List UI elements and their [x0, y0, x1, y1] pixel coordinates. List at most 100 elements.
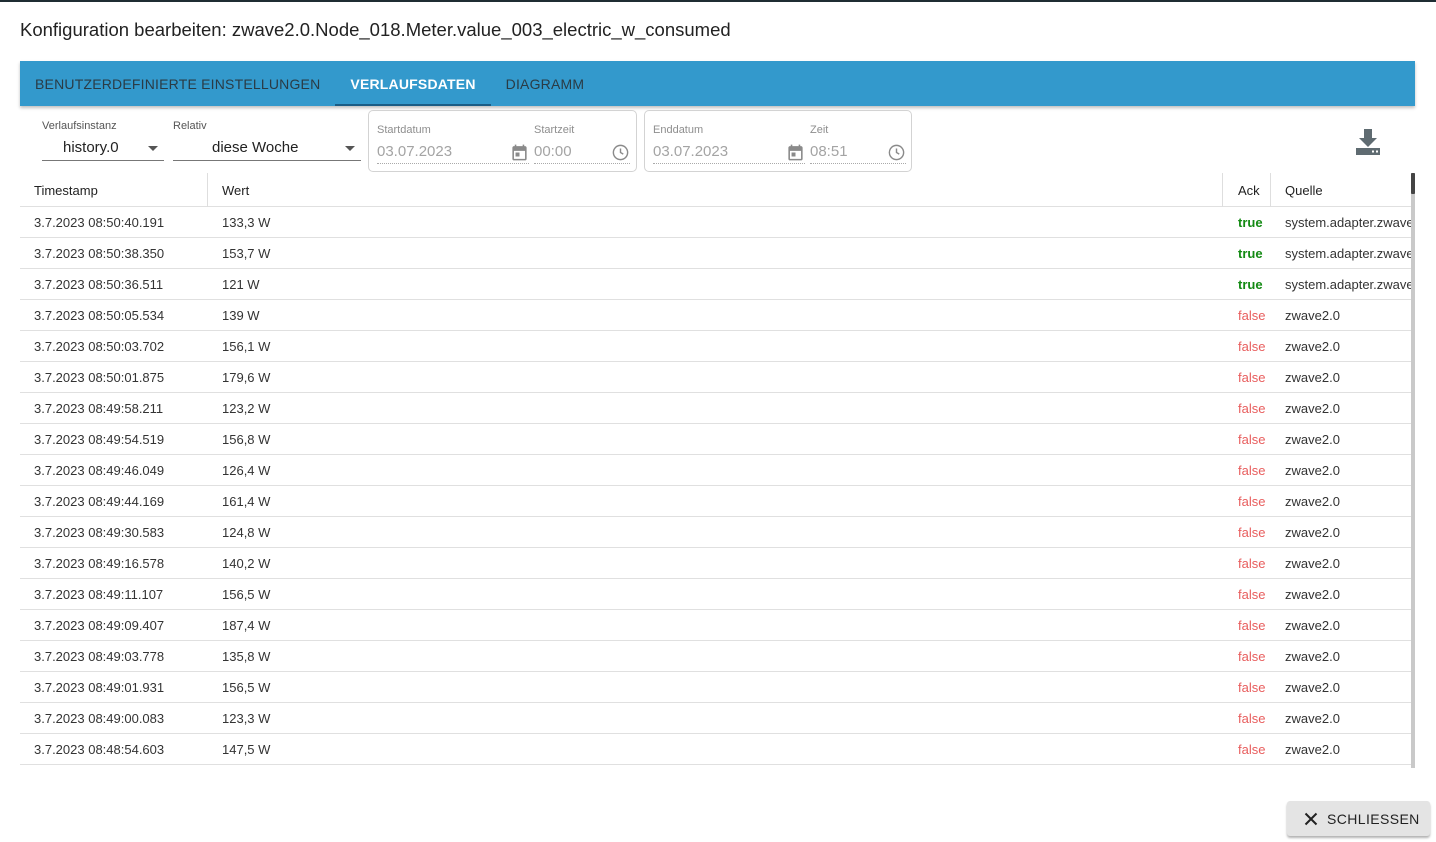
end-date-value: 03.07.2023: [653, 143, 729, 160]
cell-source: zwave2.0: [1285, 493, 1340, 509]
relative-select[interactable]: diese Woche: [173, 135, 361, 161]
table-row[interactable]: 3.7.2023 08:49:58.211 123,2 W false zwave2.…: [20, 393, 1411, 424]
header-ack[interactable]: Ack: [1222, 173, 1270, 207]
start-date-input[interactable]: 03.07.2023: [377, 140, 529, 164]
table-header: Timestamp Wert Ack Quelle: [20, 173, 1411, 207]
close-icon: [1304, 812, 1318, 825]
cell-ack: false: [1238, 493, 1266, 509]
tab-bar: BENUTZERDEFINIERTE EINSTELLUNGEN VERLAUF…: [20, 61, 1415, 106]
cell-ack: false: [1238, 431, 1266, 447]
cell-ack: false: [1238, 369, 1266, 385]
cell-value: 147,5 W: [222, 741, 271, 757]
start-time-label: Startzeit: [534, 124, 575, 136]
cell-value: 121 W: [222, 276, 260, 292]
instance-select[interactable]: history.0: [42, 135, 164, 161]
dropdown-arrow-icon: [148, 146, 158, 151]
table-row[interactable]: 3.7.2023 08:50:03.702 156,1 W false zwave2.…: [20, 331, 1411, 362]
end-time-value: 08:51: [810, 143, 848, 160]
header-source[interactable]: Quelle: [1270, 173, 1411, 207]
start-time-value: 00:00: [534, 143, 572, 160]
cell-timestamp: 3.7.2023 08:49:44.169: [34, 493, 165, 509]
cell-value: 133,3 W: [222, 214, 271, 230]
cell-timestamp: 3.7.2023 08:50:01.875: [34, 369, 165, 385]
download-icon[interactable]: [1354, 127, 1382, 157]
cell-source: zwave2.0: [1285, 710, 1340, 726]
cell-value: 123,2 W: [222, 400, 271, 416]
cell-source: zwave2.0: [1285, 741, 1340, 757]
cell-source: zwave2.0: [1285, 462, 1340, 478]
table-row[interactable]: 3.7.2023 08:49:11.107 156,5 W false zwave2.…: [20, 579, 1411, 610]
cell-value: 156,5 W: [222, 679, 271, 695]
cell-timestamp: 3.7.2023 08:50:40.191: [34, 214, 165, 230]
instance-value: history.0: [63, 139, 119, 156]
cell-ack: false: [1238, 555, 1266, 571]
scrollbar-track[interactable]: [1411, 173, 1415, 768]
cell-timestamp: 3.7.2023 08:49:58.211: [34, 400, 164, 416]
end-time-input[interactable]: 08:51: [810, 140, 906, 164]
table-row[interactable]: 3.7.2023 08:49:16.578 140,2 W false zwave2.…: [20, 548, 1411, 579]
cell-value: 161,4 W: [222, 493, 271, 509]
cell-timestamp: 3.7.2023 08:50:36.511: [34, 276, 164, 292]
dropdown-arrow-icon: [345, 146, 355, 151]
start-time-input[interactable]: 00:00: [534, 140, 630, 164]
table-body: 3.7.2023 08:50:40.191 133,3 W true system.a…: [20, 207, 1411, 765]
cell-source: zwave2.0: [1285, 679, 1340, 695]
cell-timestamp: 3.7.2023 08:49:03.778: [34, 648, 165, 664]
close-button[interactable]: SCHLIESSEN: [1287, 801, 1430, 836]
tab-chart[interactable]: DIAGRAMM: [491, 61, 600, 106]
cell-source: zwave2.0: [1285, 524, 1340, 540]
cell-source: zwave2.0: [1285, 307, 1340, 323]
table-row[interactable]: 3.7.2023 08:48:54.603 147,5 W false zwave2.…: [20, 734, 1411, 765]
cell-value: 156,1 W: [222, 338, 271, 354]
cell-value: 139 W: [222, 307, 260, 323]
clock-icon[interactable]: [611, 143, 630, 162]
cell-ack: false: [1238, 741, 1266, 757]
cell-value: 153,7 W: [222, 245, 271, 261]
table-row[interactable]: 3.7.2023 08:50:05.534 139 W false zwave2.0: [20, 300, 1411, 331]
header-timestamp[interactable]: Timestamp: [20, 173, 207, 207]
scrollbar-thumb[interactable]: [1411, 173, 1415, 194]
clock-icon[interactable]: [887, 143, 906, 162]
cell-value: 187,4 W: [222, 617, 271, 633]
window-top-border: [0, 0, 1436, 2]
cell-timestamp: 3.7.2023 08:50:38.350: [34, 245, 165, 261]
table-row[interactable]: 3.7.2023 08:50:36.511 121 W true system.ada…: [20, 269, 1411, 300]
header-value[interactable]: Wert: [207, 173, 1222, 207]
table-row[interactable]: 3.7.2023 08:49:46.049 126,4 W false zwave2.…: [20, 455, 1411, 486]
cell-timestamp: 3.7.2023 08:49:54.519: [34, 431, 165, 447]
table-row[interactable]: 3.7.2023 08:49:01.931 156,5 W false zwave2.…: [20, 672, 1411, 703]
cell-source: system.adapter.zwave2.0: [1285, 214, 1411, 230]
end-datetime-group: Enddatum 03.07.2023 Zeit 08:51: [644, 110, 912, 172]
end-date-input[interactable]: 03.07.2023: [653, 140, 805, 164]
tab-history-data[interactable]: VERLAUFSDATEN: [335, 61, 491, 106]
cell-ack: false: [1238, 679, 1266, 695]
table-row[interactable]: 3.7.2023 08:49:09.407 187,4 W false zwave2.…: [20, 610, 1411, 641]
tab-custom-settings[interactable]: BENUTZERDEFINIERTE EINSTELLUNGEN: [20, 61, 335, 106]
calendar-icon[interactable]: [510, 143, 529, 162]
table-row[interactable]: 3.7.2023 08:49:44.169 161,4 W false zwave2.…: [20, 486, 1411, 517]
cell-ack: false: [1238, 307, 1266, 323]
cell-ack: false: [1238, 524, 1266, 540]
calendar-icon[interactable]: [786, 143, 805, 162]
cell-source: zwave2.0: [1285, 586, 1340, 602]
table-row[interactable]: 3.7.2023 08:49:30.583 124,8 W false zwave2.…: [20, 517, 1411, 548]
start-date-value: 03.07.2023: [377, 143, 453, 160]
table-row[interactable]: 3.7.2023 08:50:38.350 153,7 W true system.a…: [20, 238, 1411, 269]
end-time-label: Zeit: [810, 124, 829, 136]
cell-timestamp: 3.7.2023 08:49:30.583: [34, 524, 165, 540]
cell-ack: false: [1238, 462, 1266, 478]
cell-ack: true: [1238, 276, 1263, 292]
close-button-label: SCHLIESSEN: [1327, 810, 1420, 827]
cell-value: 156,5 W: [222, 586, 271, 602]
instance-label: Verlaufsinstanz: [42, 120, 117, 132]
cell-ack: false: [1238, 586, 1266, 602]
table-row[interactable]: 3.7.2023 08:49:54.519 156,8 W false zwave2.…: [20, 424, 1411, 455]
dialog-title: Konfiguration bearbeiten: zwave2.0.Node_…: [20, 19, 731, 40]
cell-source: zwave2.0: [1285, 555, 1340, 571]
cell-ack: true: [1238, 245, 1263, 261]
table-row[interactable]: 3.7.2023 08:50:01.875 179,6 W false zwave2.…: [20, 362, 1411, 393]
table-row[interactable]: 3.7.2023 08:50:40.191 133,3 W true system.a…: [20, 207, 1411, 238]
table-row[interactable]: 3.7.2023 08:49:00.083 123,3 W false zwave2.…: [20, 703, 1411, 734]
table-row[interactable]: 3.7.2023 08:49:03.778 135,8 W false zwave2.…: [20, 641, 1411, 672]
cell-source: system.adapter.zwave2.0: [1285, 276, 1411, 292]
